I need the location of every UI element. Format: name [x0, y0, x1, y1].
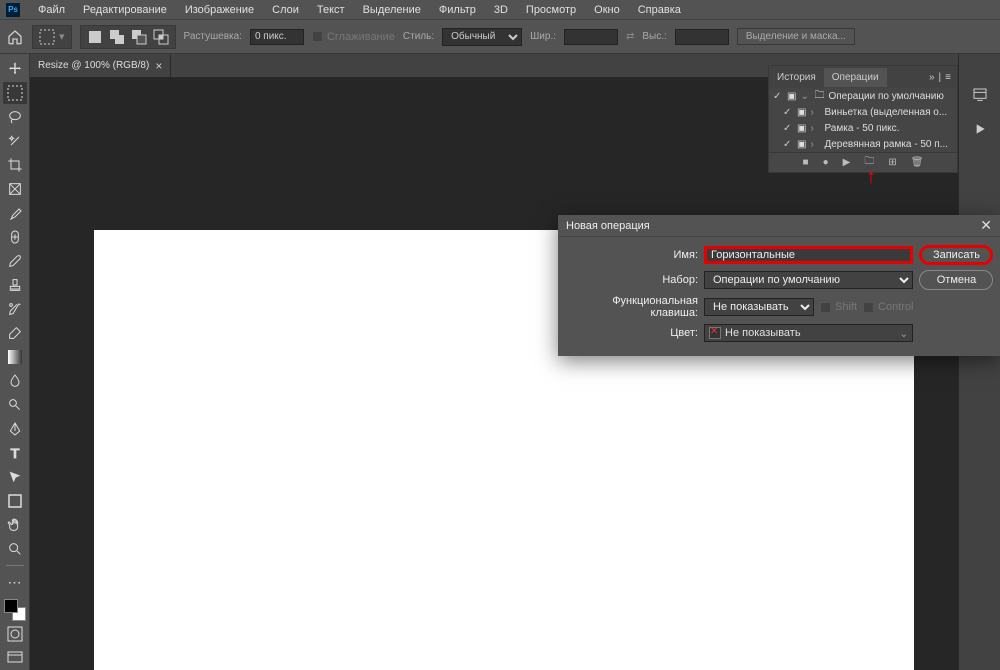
action-list: ✓▣⌄🗀Операции по умолчанию ✓▣›Виньетка (в… — [769, 88, 957, 152]
cancel-button[interactable]: Отмена — [919, 270, 993, 290]
stamp-tool[interactable] — [3, 274, 27, 296]
menu-edit[interactable]: Редактирование — [75, 2, 175, 18]
select-mask-button[interactable]: Выделение и маска... — [737, 28, 855, 45]
feather-label: Растушевка: — [184, 31, 242, 42]
subtract-selection-icon[interactable] — [131, 29, 147, 45]
color-chip-icon — [709, 327, 721, 339]
menu-3d[interactable]: 3D — [486, 2, 516, 18]
new-selection-icon[interactable] — [87, 29, 103, 45]
brush-tool[interactable] — [3, 250, 27, 272]
name-label: Имя: — [568, 249, 698, 261]
shift-checkbox: Shift — [820, 301, 857, 313]
height-input — [675, 29, 729, 45]
action-row[interactable]: ✓▣›Деревянная рамка - 50 п... — [769, 136, 957, 152]
color-select[interactable]: Не показывать ⌄ — [704, 324, 913, 342]
menu-select[interactable]: Выделение — [355, 2, 429, 18]
zoom-tool[interactable] — [3, 538, 27, 560]
function-key-select[interactable]: Не показывать — [704, 298, 814, 316]
eyedropper-tool[interactable] — [3, 202, 27, 224]
new-action-icon[interactable]: ⊞ — [888, 157, 896, 168]
crop-tool[interactable] — [3, 154, 27, 176]
tools-panel: ⋯ — [0, 54, 30, 670]
app-icon: Ps — [6, 3, 20, 17]
menu-layers[interactable]: Слои — [264, 2, 307, 18]
menu-text[interactable]: Текст — [309, 2, 353, 18]
folder-icon: 🗀 — [814, 88, 824, 105]
new-action-dialog: Новая операция ✕ Имя: Записать Набор: Оп… — [558, 215, 1000, 356]
dialog-title: Новая операция — [566, 220, 980, 232]
lasso-tool[interactable] — [3, 106, 27, 128]
pen-tool[interactable] — [3, 418, 27, 440]
height-label: Выс.: — [642, 31, 666, 42]
play-icon[interactable] — [969, 118, 991, 140]
marquee-tool[interactable] — [3, 82, 27, 104]
intersect-selection-icon[interactable] — [153, 29, 169, 45]
delete-icon[interactable]: 🗑 — [911, 157, 924, 168]
menubar: Ps Файл Редактирование Изображение Слои … — [0, 0, 1000, 20]
menu-filter[interactable]: Фильтр — [431, 2, 484, 18]
hand-tool[interactable] — [3, 514, 27, 536]
antialias-checkbox: Сглаживание — [312, 31, 395, 43]
history-brush-tool[interactable] — [3, 298, 27, 320]
gradient-tool[interactable] — [3, 346, 27, 368]
document-tab-label: Resize @ 100% (RGB/8) — [38, 60, 149, 71]
color-label: Цвет: — [568, 327, 698, 339]
collapsed-panels — [958, 54, 1000, 670]
tab-actions[interactable]: Операции — [824, 68, 887, 87]
feather-input[interactable] — [250, 29, 304, 45]
tab-history[interactable]: История — [769, 68, 824, 87]
expand-icon[interactable]: » — [929, 72, 935, 83]
frame-tool[interactable] — [3, 178, 27, 200]
menu-image[interactable]: Изображение — [177, 2, 262, 18]
set-label: Набор: — [568, 274, 698, 286]
options-bar: ▾ Растушевка: Сглаживание Стиль: Обычный… — [0, 20, 1000, 54]
boolean-ops[interactable] — [80, 25, 176, 49]
magic-wand-tool[interactable] — [3, 130, 27, 152]
width-label: Шир.: — [530, 31, 556, 42]
menu-view[interactable]: Просмотр — [518, 2, 584, 18]
marquee-type[interactable]: ▾ — [32, 25, 72, 49]
move-tool[interactable] — [3, 58, 27, 80]
action-row[interactable]: ✓▣›Рамка - 50 пикс. — [769, 120, 957, 136]
home-icon[interactable] — [6, 28, 24, 46]
name-input[interactable] — [704, 246, 913, 264]
path-tool[interactable] — [3, 466, 27, 488]
eraser-tool[interactable] — [3, 322, 27, 344]
style-select[interactable]: Обычный — [442, 28, 522, 46]
record-button[interactable]: Записать — [919, 245, 993, 265]
control-checkbox: Control — [863, 301, 913, 313]
dodge-tool[interactable] — [3, 394, 27, 416]
shape-tool[interactable] — [3, 490, 27, 512]
actions-footer: ■ ● ▶ 🗀 ⊞ 🗑 — [769, 152, 957, 172]
healing-tool[interactable] — [3, 226, 27, 248]
record-icon[interactable]: ● — [823, 157, 829, 168]
action-row[interactable]: ✓▣›Виньетка (выделенная о... — [769, 104, 957, 120]
blur-tool[interactable] — [3, 370, 27, 392]
stop-icon[interactable]: ■ — [803, 157, 809, 168]
actions-panel: История Операции »|≡ ✓▣⌄🗀Операции по умо… — [768, 65, 958, 173]
annotation-arrow: ↑ — [866, 166, 876, 189]
function-key-label: Функциональная клавиша: — [568, 295, 698, 319]
quickmask-tool[interactable] — [3, 623, 27, 645]
add-selection-icon[interactable] — [109, 29, 125, 45]
menu-help[interactable]: Справка — [630, 2, 689, 18]
menu-window[interactable]: Окно — [586, 2, 628, 18]
text-tool[interactable] — [3, 442, 27, 464]
properties-icon[interactable] — [969, 84, 991, 106]
screenmode-tool[interactable] — [3, 647, 27, 669]
style-label: Стиль: — [403, 31, 434, 42]
close-icon[interactable]: × — [155, 59, 162, 73]
panel-menu-icon[interactable]: ≡ — [945, 72, 951, 83]
action-set-row[interactable]: ✓▣⌄🗀Операции по умолчанию — [769, 88, 957, 104]
document-tab[interactable]: Resize @ 100% (RGB/8) × — [30, 55, 171, 77]
set-select[interactable]: Операции по умолчанию — [704, 271, 913, 289]
edit-toolbar[interactable]: ⋯ — [3, 571, 27, 593]
color-swatches[interactable] — [4, 599, 26, 621]
width-input — [564, 29, 618, 45]
menu-file[interactable]: Файл — [30, 2, 73, 18]
play-icon[interactable]: ▶ — [843, 157, 851, 168]
close-icon[interactable]: ✕ — [980, 217, 992, 234]
